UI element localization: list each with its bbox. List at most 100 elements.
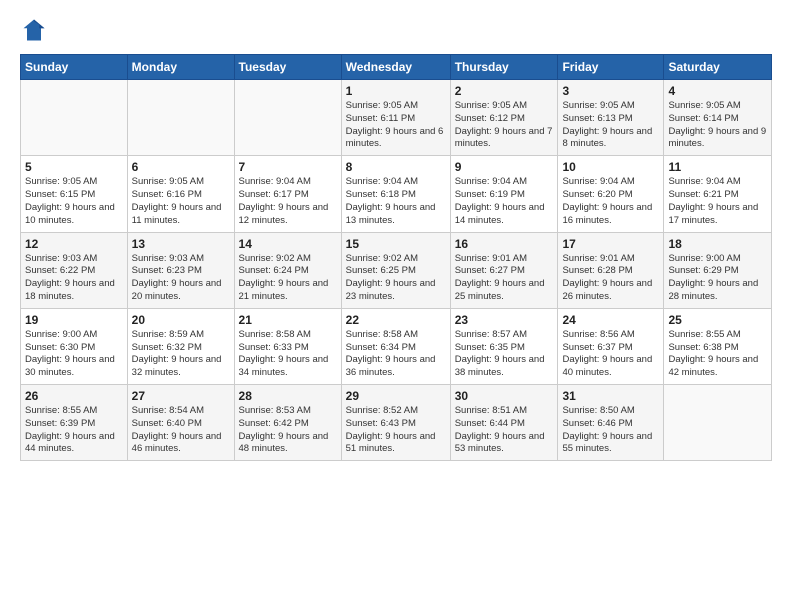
day-number: 6 <box>132 160 230 174</box>
day-number: 9 <box>455 160 554 174</box>
day-info: Sunrise: 8:57 AM Sunset: 6:35 PM Dayligh… <box>455 329 554 380</box>
calendar-week-row: 19Sunrise: 9:00 AM Sunset: 6:30 PM Dayli… <box>21 308 772 384</box>
calendar-day-cell: 7 Sunrise: 9:04 AM Sunset: 6:17 PM Daylig… <box>234 156 341 232</box>
calendar-day-cell: 31Sunrise: 8:50 AM Sunset: 6:46 PM Dayli… <box>558 385 664 461</box>
day-info: Sunrise: 8:50 AM Sunset: 6:46 PM Dayligh… <box>562 405 659 456</box>
day-number: 12 <box>25 237 123 251</box>
day-number: 16 <box>455 237 554 251</box>
calendar-day-cell: 5 Sunrise: 9:05 AM Sunset: 6:15 PM Daylig… <box>21 156 128 232</box>
calendar-day-cell <box>127 80 234 156</box>
day-number: 3 <box>562 84 659 98</box>
day-number: 18 <box>668 237 767 251</box>
calendar-day-cell: 14 Sunrise: 9:02 AM Sunset: 6:24 PM Dayli… <box>234 232 341 308</box>
day-info: Sunrise: 9:04 AM Sunset: 6:21 PM Dayligh… <box>668 176 767 227</box>
weekday-header: Tuesday <box>234 55 341 80</box>
day-number: 27 <box>132 389 230 403</box>
day-info: Sunrise: 9:05 AM Sunset: 6:12 PM Dayligh… <box>455 100 554 151</box>
day-info: Sunrise: 9:05 AM Sunset: 6:16 PM Dayligh… <box>132 176 230 227</box>
day-number: 19 <box>25 313 123 327</box>
calendar-day-cell <box>21 80 128 156</box>
day-info: Sunrise: 8:58 AM Sunset: 6:33 PM Dayligh… <box>239 329 337 380</box>
day-number: 17 <box>562 237 659 251</box>
calendar-day-cell <box>234 80 341 156</box>
day-info: Sunrise: 9:01 AM Sunset: 6:28 PM Dayligh… <box>562 253 659 304</box>
day-info: Sunrise: 8:55 AM Sunset: 6:39 PM Dayligh… <box>25 405 123 456</box>
weekday-header: Friday <box>558 55 664 80</box>
calendar-day-cell: 20 Sunrise: 8:59 AM Sunset: 6:32 PM Dayli… <box>127 308 234 384</box>
day-info: Sunrise: 9:05 AM Sunset: 6:11 PM Dayligh… <box>346 100 446 151</box>
calendar-day-cell: 23 Sunrise: 8:57 AM Sunset: 6:35 PM Dayli… <box>450 308 558 384</box>
calendar-day-cell: 1 Sunrise: 9:05 AM Sunset: 6:11 PM Daylig… <box>341 80 450 156</box>
logo <box>20 16 52 44</box>
calendar-week-row: 5 Sunrise: 9:05 AM Sunset: 6:15 PM Daylig… <box>21 156 772 232</box>
weekday-header: Monday <box>127 55 234 80</box>
day-info: Sunrise: 8:52 AM Sunset: 6:43 PM Dayligh… <box>346 405 446 456</box>
calendar-day-cell: 29Sunrise: 8:52 AM Sunset: 6:43 PM Dayli… <box>341 385 450 461</box>
day-info: Sunrise: 9:01 AM Sunset: 6:27 PM Dayligh… <box>455 253 554 304</box>
calendar-header-row: SundayMondayTuesdayWednesdayThursdayFrid… <box>21 55 772 80</box>
calendar-day-cell: 12 Sunrise: 9:03 AM Sunset: 6:22 PM Dayli… <box>21 232 128 308</box>
day-number: 23 <box>455 313 554 327</box>
day-info: Sunrise: 9:05 AM Sunset: 6:15 PM Dayligh… <box>25 176 123 227</box>
calendar-day-cell: 27 Sunrise: 8:54 AM Sunset: 6:40 PM Dayli… <box>127 385 234 461</box>
weekday-header: Sunday <box>21 55 128 80</box>
day-number: 7 <box>239 160 337 174</box>
day-info: Sunrise: 9:04 AM Sunset: 6:18 PM Dayligh… <box>346 176 446 227</box>
calendar-day-cell: 4Sunrise: 9:05 AM Sunset: 6:14 PM Daylig… <box>664 80 772 156</box>
day-number: 2 <box>455 84 554 98</box>
day-number: 10 <box>562 160 659 174</box>
day-number: 8 <box>346 160 446 174</box>
day-info: Sunrise: 9:02 AM Sunset: 6:24 PM Dayligh… <box>239 253 337 304</box>
day-info: Sunrise: 8:51 AM Sunset: 6:44 PM Dayligh… <box>455 405 554 456</box>
calendar-day-cell: 28 Sunrise: 8:53 AM Sunset: 6:42 PM Dayli… <box>234 385 341 461</box>
calendar-day-cell: 30Sunrise: 8:51 AM Sunset: 6:44 PM Dayli… <box>450 385 558 461</box>
calendar-week-row: 26 Sunrise: 8:55 AM Sunset: 6:39 PM Dayli… <box>21 385 772 461</box>
header <box>20 16 772 44</box>
logo-icon <box>20 16 48 44</box>
calendar-day-cell: 18 Sunrise: 9:00 AM Sunset: 6:29 PM Dayli… <box>664 232 772 308</box>
day-number: 15 <box>346 237 446 251</box>
calendar-day-cell: 22 Sunrise: 8:58 AM Sunset: 6:34 PM Dayli… <box>341 308 450 384</box>
weekday-header: Thursday <box>450 55 558 80</box>
calendar-day-cell: 17 Sunrise: 9:01 AM Sunset: 6:28 PM Dayli… <box>558 232 664 308</box>
day-info: Sunrise: 9:03 AM Sunset: 6:23 PM Dayligh… <box>132 253 230 304</box>
calendar-day-cell: 2 Sunrise: 9:05 AM Sunset: 6:12 PM Daylig… <box>450 80 558 156</box>
day-number: 22 <box>346 313 446 327</box>
day-info: Sunrise: 8:54 AM Sunset: 6:40 PM Dayligh… <box>132 405 230 456</box>
calendar-day-cell: 25Sunrise: 8:55 AM Sunset: 6:38 PM Dayli… <box>664 308 772 384</box>
calendar: SundayMondayTuesdayWednesdayThursdayFrid… <box>20 54 772 461</box>
calendar-week-row: 1 Sunrise: 9:05 AM Sunset: 6:11 PM Daylig… <box>21 80 772 156</box>
day-info: Sunrise: 9:05 AM Sunset: 6:13 PM Dayligh… <box>562 100 659 151</box>
day-info: Sunrise: 9:02 AM Sunset: 6:25 PM Dayligh… <box>346 253 446 304</box>
calendar-day-cell: 3 Sunrise: 9:05 AM Sunset: 6:13 PM Daylig… <box>558 80 664 156</box>
day-info: Sunrise: 9:04 AM Sunset: 6:19 PM Dayligh… <box>455 176 554 227</box>
day-number: 4 <box>668 84 767 98</box>
day-number: 1 <box>346 84 446 98</box>
day-number: 28 <box>239 389 337 403</box>
calendar-day-cell: 21Sunrise: 8:58 AM Sunset: 6:33 PM Dayli… <box>234 308 341 384</box>
day-info: Sunrise: 8:56 AM Sunset: 6:37 PM Dayligh… <box>562 329 659 380</box>
calendar-day-cell: 19Sunrise: 9:00 AM Sunset: 6:30 PM Dayli… <box>21 308 128 384</box>
day-number: 24 <box>562 313 659 327</box>
weekday-header: Saturday <box>664 55 772 80</box>
calendar-day-cell: 10 Sunrise: 9:04 AM Sunset: 6:20 PM Dayli… <box>558 156 664 232</box>
day-info: Sunrise: 9:03 AM Sunset: 6:22 PM Dayligh… <box>25 253 123 304</box>
calendar-day-cell: 8 Sunrise: 9:04 AM Sunset: 6:18 PM Daylig… <box>341 156 450 232</box>
day-number: 26 <box>25 389 123 403</box>
day-info: Sunrise: 9:04 AM Sunset: 6:17 PM Dayligh… <box>239 176 337 227</box>
day-number: 13 <box>132 237 230 251</box>
day-number: 14 <box>239 237 337 251</box>
calendar-day-cell: 9 Sunrise: 9:04 AM Sunset: 6:19 PM Daylig… <box>450 156 558 232</box>
day-info: Sunrise: 9:00 AM Sunset: 6:29 PM Dayligh… <box>668 253 767 304</box>
day-number: 5 <box>25 160 123 174</box>
weekday-header: Wednesday <box>341 55 450 80</box>
day-info: Sunrise: 8:58 AM Sunset: 6:34 PM Dayligh… <box>346 329 446 380</box>
calendar-day-cell: 26 Sunrise: 8:55 AM Sunset: 6:39 PM Dayli… <box>21 385 128 461</box>
day-number: 20 <box>132 313 230 327</box>
day-number: 11 <box>668 160 767 174</box>
calendar-day-cell: 24 Sunrise: 8:56 AM Sunset: 6:37 PM Dayli… <box>558 308 664 384</box>
day-info: Sunrise: 8:59 AM Sunset: 6:32 PM Dayligh… <box>132 329 230 380</box>
day-number: 25 <box>668 313 767 327</box>
day-info: Sunrise: 8:53 AM Sunset: 6:42 PM Dayligh… <box>239 405 337 456</box>
day-info: Sunrise: 9:04 AM Sunset: 6:20 PM Dayligh… <box>562 176 659 227</box>
